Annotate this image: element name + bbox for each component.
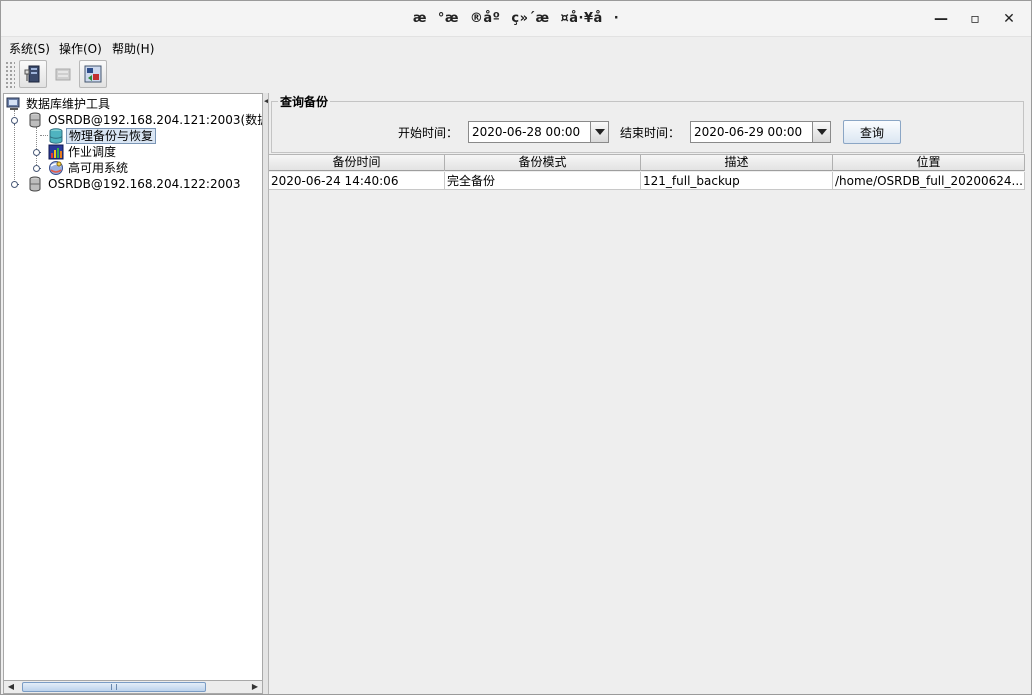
backup-query-panel: 查询备份 开始时间： 2020-06-28 00:00 结束时间： 2020-0… <box>268 93 1026 694</box>
start-time-value: 2020-06-28 00:00 <box>472 125 581 139</box>
menu-help[interactable]: 帮助(H) <box>112 40 154 57</box>
collapsed-toggle-icon[interactable] <box>32 164 41 173</box>
column-header-location[interactable]: 位置 <box>833 155 1025 171</box>
close-icon[interactable]: ✕ <box>999 9 1019 29</box>
cell-backup-time[interactable]: 2020-06-24 14:40:06 <box>269 172 445 190</box>
database-disconnect-icon <box>55 68 71 81</box>
tree-horizontal-scrollbar[interactable]: ◀ ▶ <box>3 680 263 694</box>
connect-button[interactable] <box>19 60 47 88</box>
menu-operation[interactable]: 操作(O) <box>59 40 102 57</box>
end-time-value: 2020-06-29 00:00 <box>694 125 803 139</box>
end-time-label: 结束时间： <box>620 126 681 140</box>
tree-item-label-selected: 物理备份与恢复 <box>66 128 157 144</box>
minimize-icon[interactable]: — <box>931 9 951 29</box>
chart-schedule-icon <box>48 144 64 160</box>
toolbar-grip-icon[interactable] <box>5 61 15 89</box>
refresh-icon <box>84 65 102 83</box>
backup-table: 备份时间 备份模式 描述 位置 2020-06-24 14:40:06 完全备份… <box>269 154 1025 692</box>
database-connect-icon <box>24 65 40 83</box>
disconnect-button[interactable] <box>49 60 77 88</box>
collapsed-toggle-icon[interactable] <box>32 148 41 157</box>
table-header: 备份时间 备份模式 描述 位置 <box>269 155 1025 171</box>
query-backup-group: 查询备份 开始时间： 2020-06-28 00:00 结束时间： 2020-0… <box>271 93 1024 153</box>
tree-root-label: 数据库维护工具 <box>26 97 111 111</box>
scroll-right-icon[interactable]: ▶ <box>248 681 262 693</box>
backup-database-icon <box>49 128 63 144</box>
chevron-down-icon[interactable] <box>590 122 608 142</box>
end-time-combo[interactable]: 2020-06-29 00:00 <box>690 121 831 143</box>
scroll-left-icon[interactable]: ◀ <box>4 681 18 693</box>
window-title: æ°æ®åºç»´æ¤å·¥å · <box>412 11 620 26</box>
column-header-description[interactable]: 描述 <box>641 155 833 171</box>
cell-description[interactable]: 121_full_backup <box>641 172 833 190</box>
column-header-backup-mode[interactable]: 备份模式 <box>445 155 641 171</box>
tree-item-physical-backup[interactable]: 物理备份与恢复 <box>6 128 262 144</box>
cell-backup-mode[interactable]: 完全备份 <box>445 172 641 190</box>
expanded-toggle-icon[interactable] <box>10 116 19 125</box>
app-window: æ°æ®åºç»´æ¤å·¥å · — ▫ ✕ 系统(S) 操作(O) … <box>0 0 1032 695</box>
toolbar <box>1 58 1031 92</box>
tree-panel: 数据库维护工具 OSRDB@192.168.204.121:2003(数据 物理… <box>3 93 263 694</box>
cell-location[interactable]: /home/OSRDB_full_20200624... <box>833 172 1025 190</box>
query-button[interactable]: 查询 <box>843 120 901 144</box>
column-header-backup-time[interactable]: 备份时间 <box>269 155 445 171</box>
group-title: 查询备份 <box>278 93 331 110</box>
refresh-button[interactable] <box>79 60 107 88</box>
tree-node-label: OSRDB@192.168.204.122:2003 <box>48 177 241 191</box>
start-time-combo[interactable]: 2020-06-28 00:00 <box>468 121 609 143</box>
maximize-icon[interactable]: ▫ <box>965 9 985 29</box>
title-bar: æ°æ®åºç»´æ¤å·¥å · — ▫ ✕ <box>1 1 1031 37</box>
menu-bar: 系统(S) 操作(O) 帮助(H) <box>1 38 1031 58</box>
collapsed-toggle-icon[interactable] <box>10 180 19 189</box>
table-row[interactable]: 2020-06-24 14:40:06 完全备份 121_full_backup… <box>269 172 1025 190</box>
tree-node-label: OSRDB@192.168.204.121:2003(数据 <box>48 113 263 127</box>
database-icon <box>29 176 41 192</box>
tree-item-label: 作业调度 <box>68 145 117 159</box>
menu-system[interactable]: 系统(S) <box>9 40 50 57</box>
start-time-label: 开始时间： <box>398 126 459 140</box>
chevron-down-icon[interactable] <box>812 122 830 142</box>
cluster-icon <box>49 161 63 175</box>
scrollbar-thumb[interactable] <box>22 682 206 692</box>
database-icon <box>29 112 41 128</box>
computer-icon <box>6 97 20 110</box>
tree-item-label: 高可用系统 <box>68 161 129 175</box>
